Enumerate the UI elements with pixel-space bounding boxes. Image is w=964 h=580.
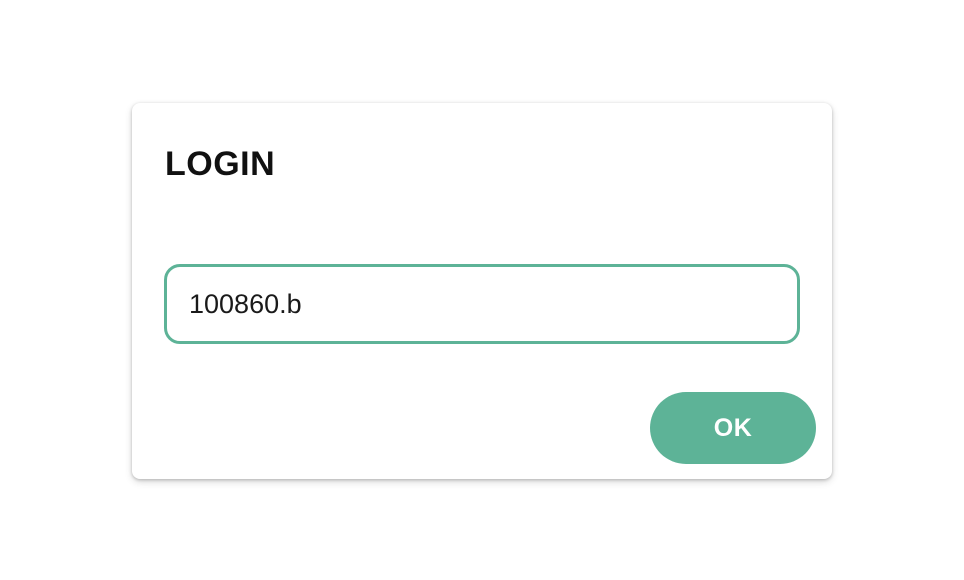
ok-button[interactable]: OK (650, 392, 816, 464)
login-input[interactable] (167, 267, 797, 341)
login-input-field[interactable] (164, 264, 800, 344)
dialog-title: LOGIN (165, 145, 276, 183)
login-dialog: LOGIN OK (132, 103, 832, 479)
